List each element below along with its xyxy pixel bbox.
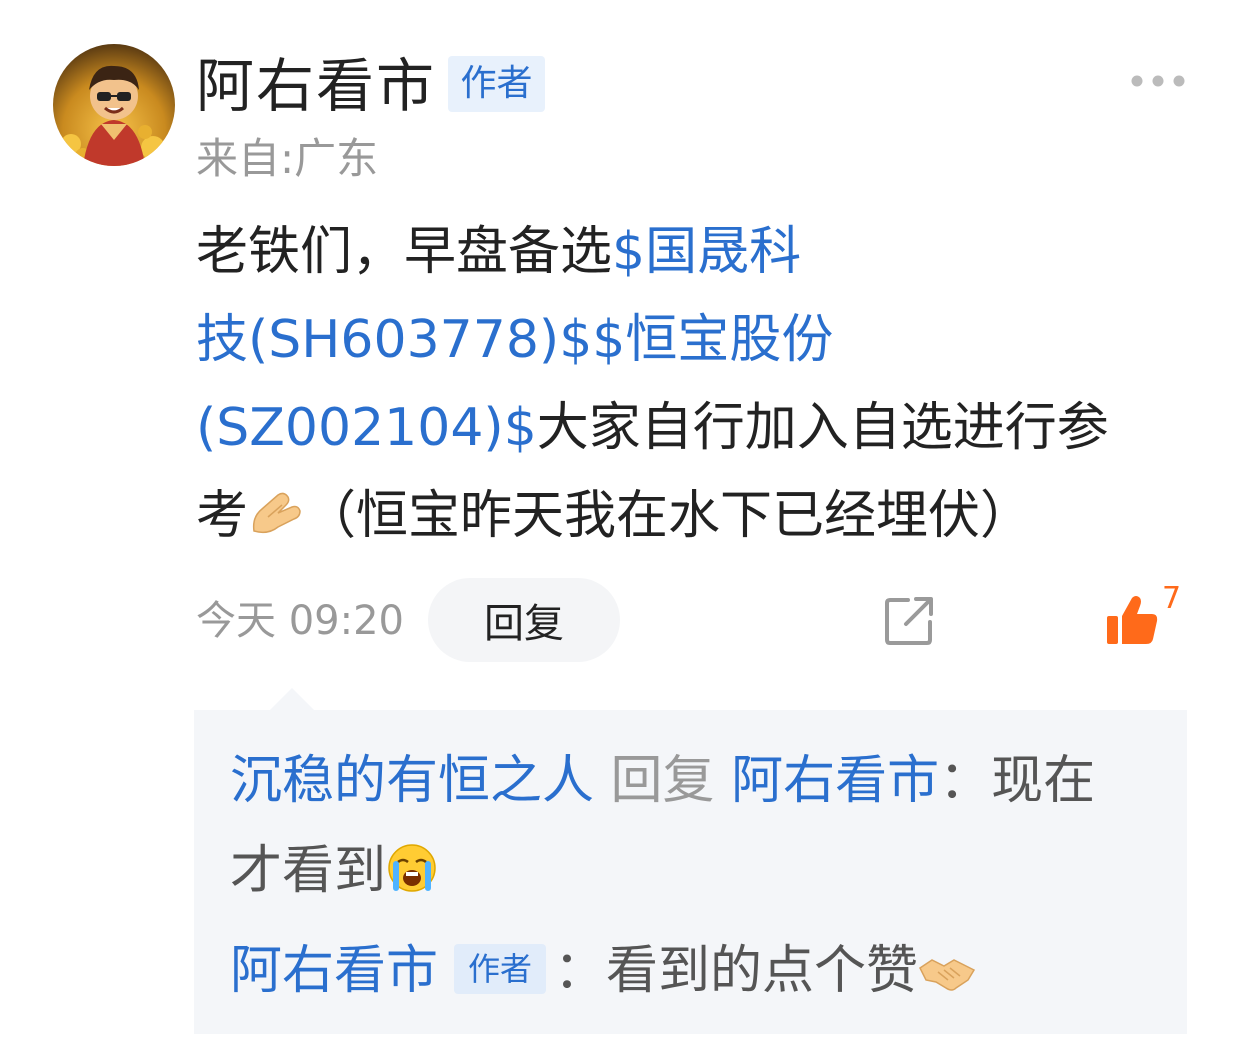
reply-item[interactable]: 沉稳的有恒之人 回复 阿右看市：现在才看到 [230,736,1170,916]
share-icon[interactable] [882,592,938,648]
stock-link-hengbao-code[interactable]: (SZ002104)$ [196,398,537,458]
stock-link-hengbao[interactable]: $恒宝股份 [592,310,833,370]
like-count: 7 [1162,581,1182,616]
stock-link-guosheng-code[interactable]: 技(SH603778)$ [196,310,592,370]
post-body: 老铁们，早盘备选$国晟科 技(SH603778)$$恒宝股份 (SZ002104… [196,208,1196,560]
avatar-image [53,44,175,166]
reply-separator: ： [554,941,607,1001]
reply-text: 才看到 [230,841,387,901]
post-line-4: 考 （恒宝昨天我在水下已经埋伏） [196,472,1196,560]
post-timestamp: 今天 09:20 [196,598,404,644]
post-line-3: (SZ002104)$大家自行加入自选进行参 [196,384,1196,472]
reply-from-user[interactable]: 阿右看市 [230,941,438,1001]
more-icon[interactable] [1130,74,1186,88]
post-line-2: 技(SH603778)$$恒宝股份 [196,296,1196,384]
author-avatar[interactable] [53,44,175,166]
reply-text: 现在 [991,751,1096,811]
reply-from-user[interactable]: 沉稳的有恒之人 [230,751,594,811]
like-button[interactable]: 7 [1104,582,1184,652]
reply-panel-arrow [270,688,314,710]
post-text: 大家自行加入自选进行参 [536,398,1109,458]
author-badge-small: 作者 [454,944,547,994]
handshake-emoji-icon [919,959,976,991]
author-badge: 作者 [448,56,545,112]
reply-word: 回复 [610,751,715,811]
reply-text: 看到的点个赞 [606,941,919,1001]
post-line-1: 老铁们，早盘备选$国晟科 [196,208,1196,296]
pinched-fingers-emoji-icon [252,492,301,534]
reply-panel: 沉稳的有恒之人 回复 阿右看市：现在 才看到 阿右看市 作者 ：看到的点个赞 [194,710,1187,1034]
author-location: 来自:广东 [196,134,379,183]
reply-to-user[interactable]: 阿右看市 [731,751,939,811]
crying-face-emoji-icon [388,844,436,892]
author-name[interactable]: 阿右看市 [196,52,436,120]
reply-separator: ： [939,751,992,811]
post-text: （恒宝昨天我在水下已经埋伏） [304,486,1033,546]
post-text: 考 [196,486,249,546]
reply-button[interactable]: 回复 [428,578,620,662]
post-text: 老铁们，早盘备选 [196,222,613,282]
reply-item[interactable]: 阿右看市 作者 ：看到的点个赞 [230,926,1170,1016]
thumbs-up-icon [1107,596,1158,644]
stock-link-guosheng[interactable]: $国晟科 [612,222,801,282]
